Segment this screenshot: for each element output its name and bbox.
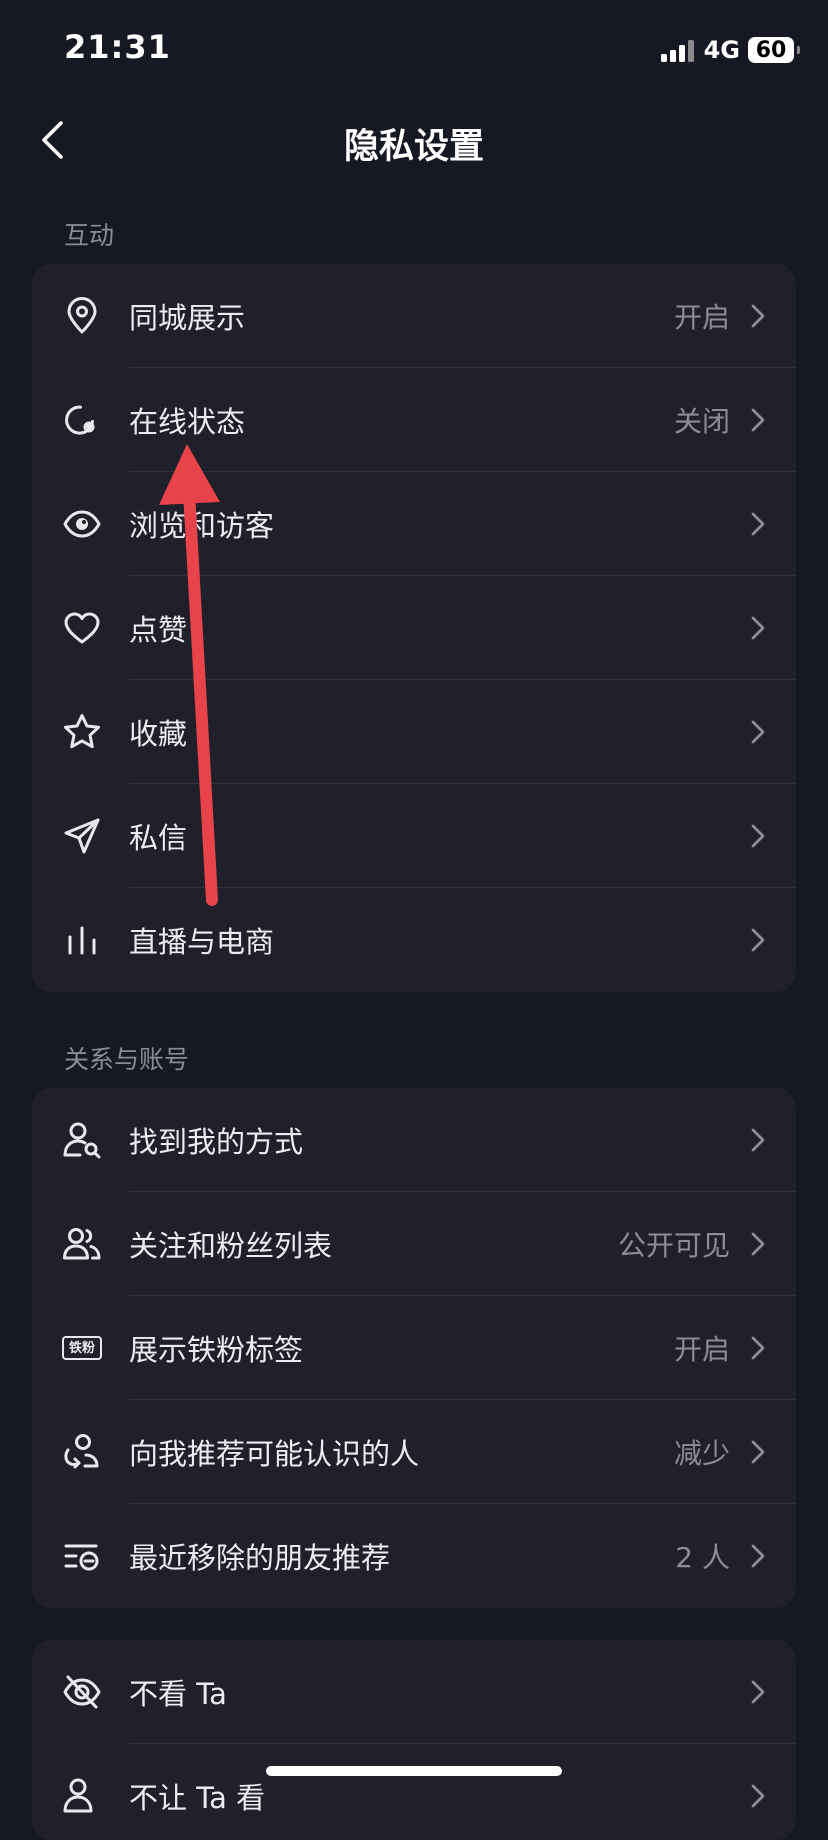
status-indicators: 4G 60 <box>660 34 800 66</box>
setting-label: 收藏 <box>129 717 188 751</box>
setting-value: 开启 <box>673 1333 730 1366</box>
setting-row-hide-from[interactable]: 不让 Ta 看 <box>32 1744 796 1840</box>
setting-row-removed-recommendations[interactable]: 最近移除的朋友推荐 2 人 <box>32 1504 796 1608</box>
setting-value: 2 人 <box>675 1541 730 1574</box>
setting-value: 公开可见 <box>617 1229 730 1262</box>
setting-label: 向我推荐可能认识的人 <box>129 1437 420 1471</box>
setting-label: 展示铁粉标签 <box>129 1333 304 1367</box>
home-indicator[interactable] <box>266 1766 562 1776</box>
setting-row-follow-fans-list[interactable]: 关注和粉丝列表 公开可见 <box>32 1192 796 1296</box>
chevron-right-icon <box>751 1784 765 1808</box>
chevron-right-icon <box>751 824 765 848</box>
user-recommend-icon <box>64 1434 99 1469</box>
setting-label: 关注和粉丝列表 <box>129 1229 333 1263</box>
setting-row-location[interactable]: 同城展示 开启 <box>32 264 796 368</box>
list-removed-icon <box>64 1544 99 1571</box>
setting-label: 找到我的方式 <box>129 1125 304 1159</box>
star-icon <box>64 714 100 749</box>
battery-level: 60 <box>755 37 787 63</box>
card-blocking: 不看 Ta 不让 Ta 看 <box>32 1640 796 1840</box>
chevron-right-icon <box>751 1680 765 1704</box>
setting-label: 同城展示 <box>129 301 246 335</box>
chevron-right-icon <box>751 1128 765 1152</box>
online-status-icon <box>65 405 95 435</box>
users-icon <box>63 1228 101 1260</box>
setting-label: 最近移除的朋友推荐 <box>129 1541 391 1575</box>
eye-off-icon <box>63 1675 101 1709</box>
setting-row-likes[interactable]: 点赞 <box>32 576 796 680</box>
setting-row-browse-visitors[interactable]: 浏览和访客 <box>32 472 796 576</box>
setting-label: 私信 <box>129 821 188 855</box>
network-type: 4G <box>703 36 740 64</box>
section-label-relationships: 关系与账号 <box>64 1045 190 1074</box>
status-bar: 21:31 4G 60 <box>0 0 828 100</box>
setting-value: 减少 <box>673 1437 730 1470</box>
chevron-right-icon <box>751 304 765 328</box>
setting-row-messages[interactable]: 私信 <box>32 784 796 888</box>
setting-row-not-see[interactable]: 不看 Ta <box>32 1640 796 1744</box>
location-pin-icon <box>67 297 97 334</box>
setting-row-iron-fan-badge[interactable]: 铁粉 展示铁粉标签 开启 <box>32 1296 796 1400</box>
setting-row-recommend-people[interactable]: 向我推荐可能认识的人 减少 <box>32 1400 796 1504</box>
battery-icon: 60 <box>748 37 800 63</box>
setting-label: 不让 Ta 看 <box>129 1781 266 1815</box>
setting-row-live-commerce[interactable]: 直播与电商 <box>32 888 796 992</box>
user-hide-icon <box>63 1778 93 1813</box>
card-relationships: 找到我的方式 关注和粉丝列表 公开可见 铁粉 展示铁粉标签 开启 向我推荐可能认… <box>32 1088 796 1608</box>
chevron-right-icon <box>751 1232 765 1256</box>
setting-label: 不看 Ta <box>129 1677 227 1711</box>
status-time: 21:31 <box>64 28 171 66</box>
cellular-signal-icon <box>660 38 694 62</box>
badge-text: 铁粉 <box>68 1340 95 1356</box>
chevron-right-icon <box>751 408 765 432</box>
chevron-right-icon <box>751 1544 765 1568</box>
chevron-right-icon <box>751 1440 765 1464</box>
chevron-right-icon <box>751 616 765 640</box>
setting-label: 直播与电商 <box>129 925 275 959</box>
setting-label: 在线状态 <box>129 405 246 439</box>
chevron-right-icon <box>751 928 765 952</box>
chevron-right-icon <box>751 1336 765 1360</box>
eye-icon <box>63 510 101 538</box>
page-title: 隐私设置 <box>343 127 484 167</box>
setting-row-find-me[interactable]: 找到我的方式 <box>32 1088 796 1192</box>
bar-chart-icon <box>68 926 96 955</box>
chevron-right-icon <box>751 512 765 536</box>
card-interaction: 同城展示 开启 在线状态 关闭 浏览和访客 点赞 收藏 私信 直播与电商 <box>32 264 796 992</box>
paper-plane-icon <box>64 818 100 854</box>
setting-value: 关闭 <box>673 405 730 438</box>
setting-row-favorites[interactable]: 收藏 <box>32 680 796 784</box>
chevron-right-icon <box>751 720 765 744</box>
nav-bar: 隐私设置 <box>0 100 828 180</box>
section-label-interaction: 互动 <box>64 221 115 250</box>
iron-fan-badge-icon: 铁粉 <box>62 1328 102 1368</box>
heart-icon <box>64 612 100 644</box>
setting-row-online-status[interactable]: 在线状态 关闭 <box>32 368 796 472</box>
setting-label: 点赞 <box>129 613 188 647</box>
setting-value: 开启 <box>673 301 730 334</box>
setting-label: 浏览和访客 <box>129 509 275 543</box>
user-search-icon <box>63 1122 101 1159</box>
